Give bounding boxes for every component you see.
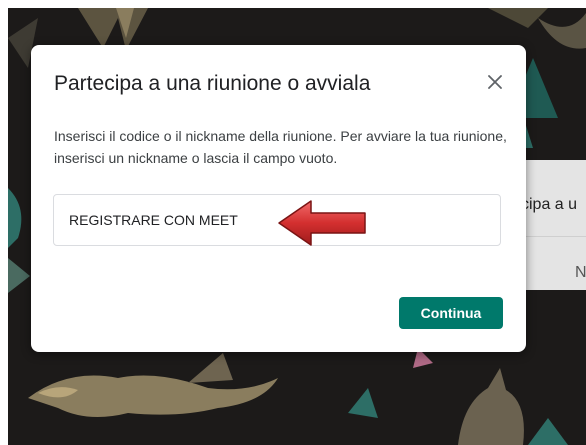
- dialog-title: Partecipa a una riunione o avviala: [54, 72, 371, 95]
- background-card-input-text: Ni: [575, 264, 586, 281]
- close-button[interactable]: [482, 69, 508, 95]
- red-arrow-annotation-icon: [278, 200, 366, 246]
- join-meeting-dialog: Partecipa a una riunione o avviala Inser…: [31, 45, 526, 352]
- background-card-title: cipa a u: [521, 196, 578, 213]
- dialog-description: Inserisci il codice o il nickname della …: [54, 128, 507, 166]
- meeting-code-value: REGISTRARE CON MEET: [69, 212, 238, 228]
- close-icon: [488, 75, 502, 89]
- continue-button[interactable]: Continua: [399, 297, 503, 329]
